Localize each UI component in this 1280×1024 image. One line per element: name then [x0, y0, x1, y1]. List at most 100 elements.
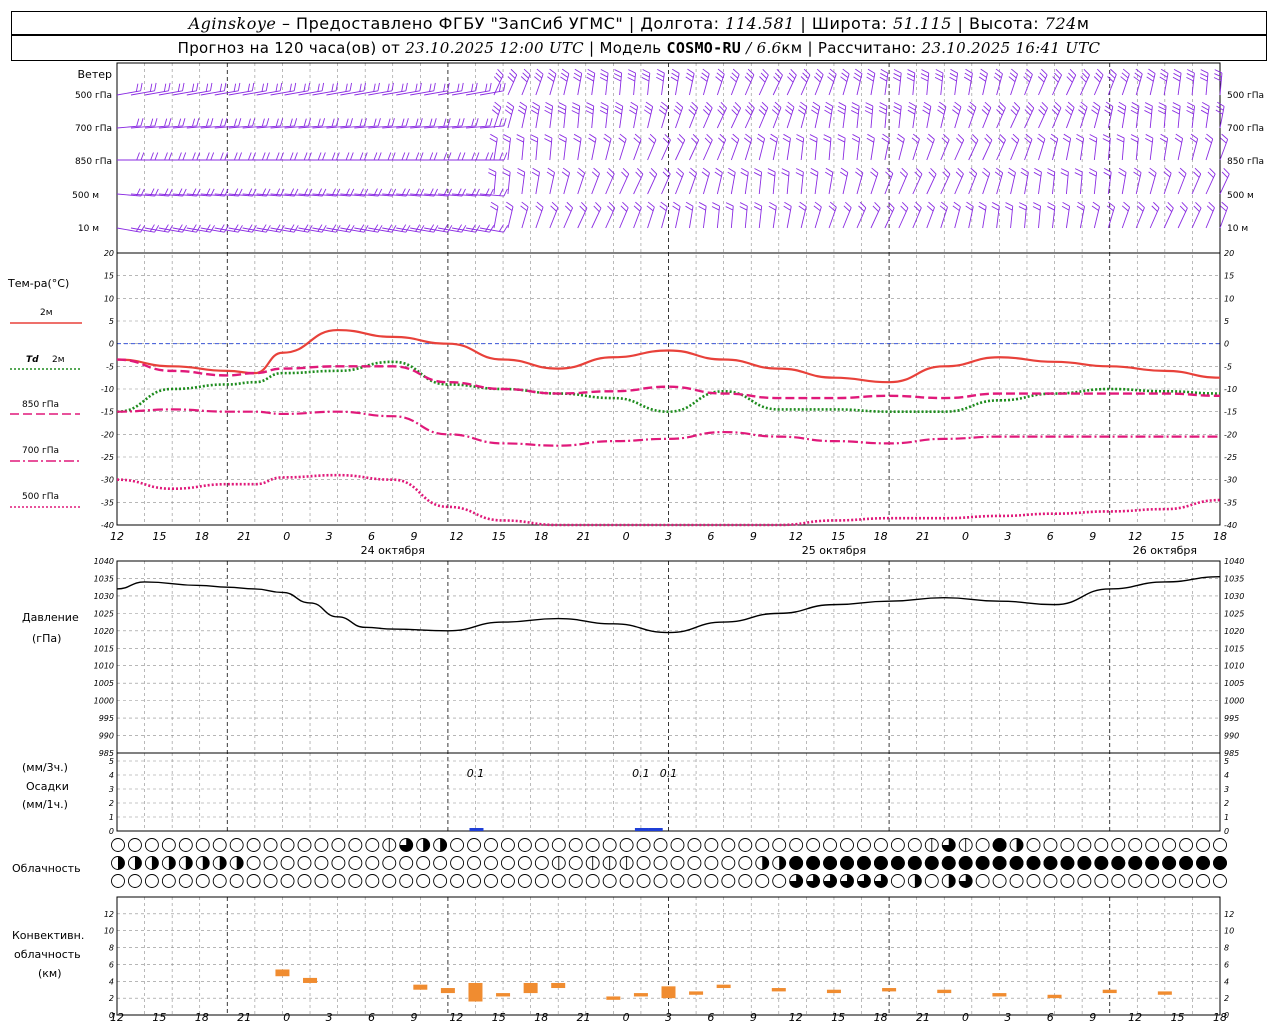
wind-barb-flag	[233, 83, 237, 92]
wind-barb-flag	[1214, 69, 1223, 74]
cloud-symbol	[602, 874, 617, 888]
x-tick-label-lower: 9	[1089, 1011, 1096, 1024]
cloud-symbol	[636, 874, 651, 888]
wind-barb-flag	[531, 105, 540, 111]
wind-barb-flag	[359, 83, 362, 92]
cloud-symbol	[551, 856, 566, 870]
wind-barb	[410, 152, 438, 161]
wind-barb-staff	[702, 139, 713, 161]
wind-barb-flag	[1060, 168, 1069, 173]
cloud-symbol	[721, 856, 736, 870]
wind-barb-flag	[872, 205, 879, 212]
cloud-circle	[789, 838, 804, 852]
x-tick-label-upper: 9	[410, 530, 417, 543]
wind-barb-flag	[503, 118, 507, 127]
wind-barb-staff	[1024, 139, 1033, 161]
wind-barb-flag	[471, 83, 474, 92]
wind-barb-staff	[1205, 138, 1214, 161]
cloud-circle	[619, 874, 634, 888]
wind-barb-staff	[772, 107, 782, 129]
cloud-circle	[365, 874, 380, 888]
wind-barb-flag	[1024, 109, 1031, 116]
wind-barb-flag	[488, 168, 497, 173]
wind-barb-flag	[786, 105, 794, 112]
wind-barb-flag	[447, 225, 453, 233]
wind-barb-flag	[489, 118, 493, 127]
wind-barb	[851, 134, 861, 161]
cloud-symbol	[467, 856, 481, 870]
wind-barb-flag	[223, 82, 227, 91]
wind-barb-flag	[457, 83, 460, 92]
wind-barb-staff	[940, 206, 948, 229]
wind-barb-flag	[1023, 76, 1030, 83]
wind-barb	[1038, 101, 1048, 129]
wind-barb-flag	[855, 171, 863, 177]
cloud-symbol	[1077, 838, 1092, 852]
cloud-symbol	[297, 838, 312, 852]
cloud-overcast-fill	[1145, 856, 1160, 870]
wind-barb-flag	[520, 76, 528, 83]
temp-tick-right: 5	[1224, 317, 1229, 326]
cloud-symbol	[212, 874, 227, 888]
cloud-circle	[111, 838, 125, 852]
wind-barb-flag	[635, 201, 642, 208]
cloud-overcast-fill	[1043, 856, 1058, 870]
cloud-symbol	[1094, 874, 1109, 888]
wind-barb	[1004, 202, 1014, 229]
wind-barb-flag	[787, 101, 795, 108]
wind-barb-flag	[762, 68, 769, 76]
wind-barb-flag	[377, 152, 382, 161]
wind-barb-flag	[595, 202, 602, 209]
wind-barb	[952, 201, 961, 229]
wind-barb	[1172, 68, 1182, 96]
wind-barb	[1146, 68, 1156, 96]
wind-barb	[368, 152, 396, 161]
wind-barb	[840, 167, 849, 195]
wind-barb-flag	[233, 118, 237, 127]
cloud-symbol	[585, 838, 600, 852]
wind-barb-flag	[247, 224, 253, 232]
wind-barb-flag	[238, 152, 242, 161]
wind-barb-staff	[1191, 138, 1199, 161]
wind-barb-flag	[1054, 101, 1062, 109]
x-tick-label-lower: 15	[831, 1011, 845, 1024]
wind-barb-flag	[984, 101, 992, 108]
wind-barb-flag	[867, 72, 875, 78]
wind-barb-flag	[634, 133, 642, 140]
wind-barb	[1047, 202, 1056, 229]
wind-barb-flag	[536, 201, 544, 208]
cloud-symbol	[1128, 874, 1143, 888]
wind-barb-flag	[572, 102, 580, 107]
wind-barb-flag	[1131, 102, 1140, 107]
wind-barb-flag	[656, 76, 664, 82]
wind-barb	[396, 82, 422, 96]
precip-tick-right: 2	[1224, 799, 1229, 808]
x-tick-label-upper: 21	[577, 530, 591, 543]
cloud-overcast-fill	[941, 856, 956, 870]
cloud-symbol	[534, 838, 549, 852]
cloud-circle	[433, 874, 448, 888]
wind-barb-flag	[1219, 137, 1227, 144]
wind-barb	[768, 201, 777, 229]
wind-barb-flag	[853, 76, 861, 82]
wind-barb-flag	[657, 69, 665, 74]
cloud-circle	[484, 874, 498, 888]
wind-barb-flag	[140, 225, 146, 233]
wind-barb-flag	[985, 134, 993, 141]
wind-barb-flag	[677, 167, 684, 174]
wind-barb-flag	[997, 105, 1005, 112]
wind-barb-flag	[771, 109, 779, 116]
wind-barb-staff	[507, 106, 515, 129]
cloud-overcast-fill	[1162, 856, 1177, 870]
wind-barb-flag	[1110, 68, 1117, 75]
cloud-half-fill	[185, 856, 193, 870]
wind-barb-flag	[233, 224, 239, 232]
wind-barb-flag	[1202, 101, 1210, 107]
wind-barb-flag	[1134, 72, 1142, 79]
cloud-circle	[297, 856, 312, 870]
cloud-symbol	[450, 838, 465, 852]
wind-barb-staff	[549, 207, 559, 229]
wind-barb-flag	[178, 118, 182, 127]
wind-barb	[1007, 167, 1016, 195]
wind-barb-flag	[783, 205, 791, 211]
